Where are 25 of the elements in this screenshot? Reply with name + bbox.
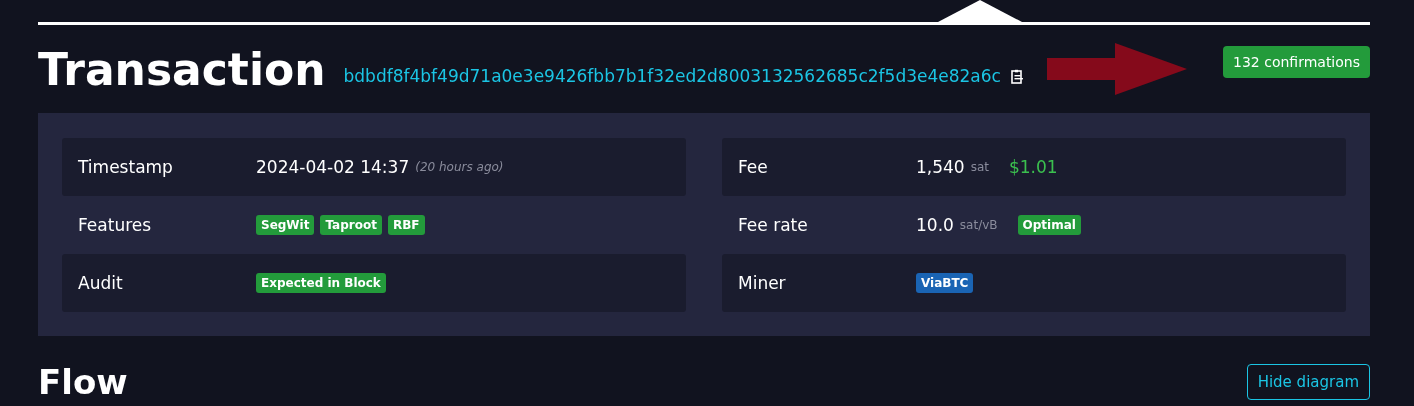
- section-title: Flow: [38, 362, 128, 402]
- hide-diagram-button[interactable]: Hide diagram: [1246, 364, 1370, 400]
- tag-badge: RBF: [387, 215, 425, 235]
- tag-badge: Taproot: [320, 215, 382, 235]
- detail-label: Timestamp: [78, 157, 174, 177]
- detail-label: Audit: [78, 273, 124, 293]
- page-title: Transaction: [38, 43, 326, 95]
- transaction-id-link[interactable]: bdbdf8f4bf49d71a0e3e9426fbb7b1f32ed2d8003132562685c2f5d3e4e82a6c: [343, 66, 1001, 86]
- tag-badge: ViaBTC: [916, 273, 974, 293]
- copy-icon[interactable]: [1010, 68, 1024, 84]
- tag-badge: Expected in Block: [256, 273, 386, 293]
- fiat-amount: $1.01: [1009, 157, 1058, 177]
- detail-label: Features: [78, 215, 153, 235]
- unit-label: sat: [970, 160, 989, 174]
- detail-value: 2024-04-02 14:37: [256, 157, 410, 177]
- detail-value: 1,540: [916, 157, 965, 177]
- detail-label: Fee rate: [738, 215, 809, 235]
- detail-label: Fee: [738, 157, 769, 177]
- detail-label: Miner: [738, 273, 787, 293]
- detail-value: 10.0: [916, 215, 954, 235]
- confirmations-badge: 132 confirmations: [1223, 46, 1370, 78]
- unit-label: sat/vB: [959, 218, 998, 232]
- tag-badge: Optimal: [1017, 215, 1081, 235]
- relative-time: (20 hours ago): [415, 160, 504, 174]
- tag-badge: SegWit: [256, 215, 315, 235]
